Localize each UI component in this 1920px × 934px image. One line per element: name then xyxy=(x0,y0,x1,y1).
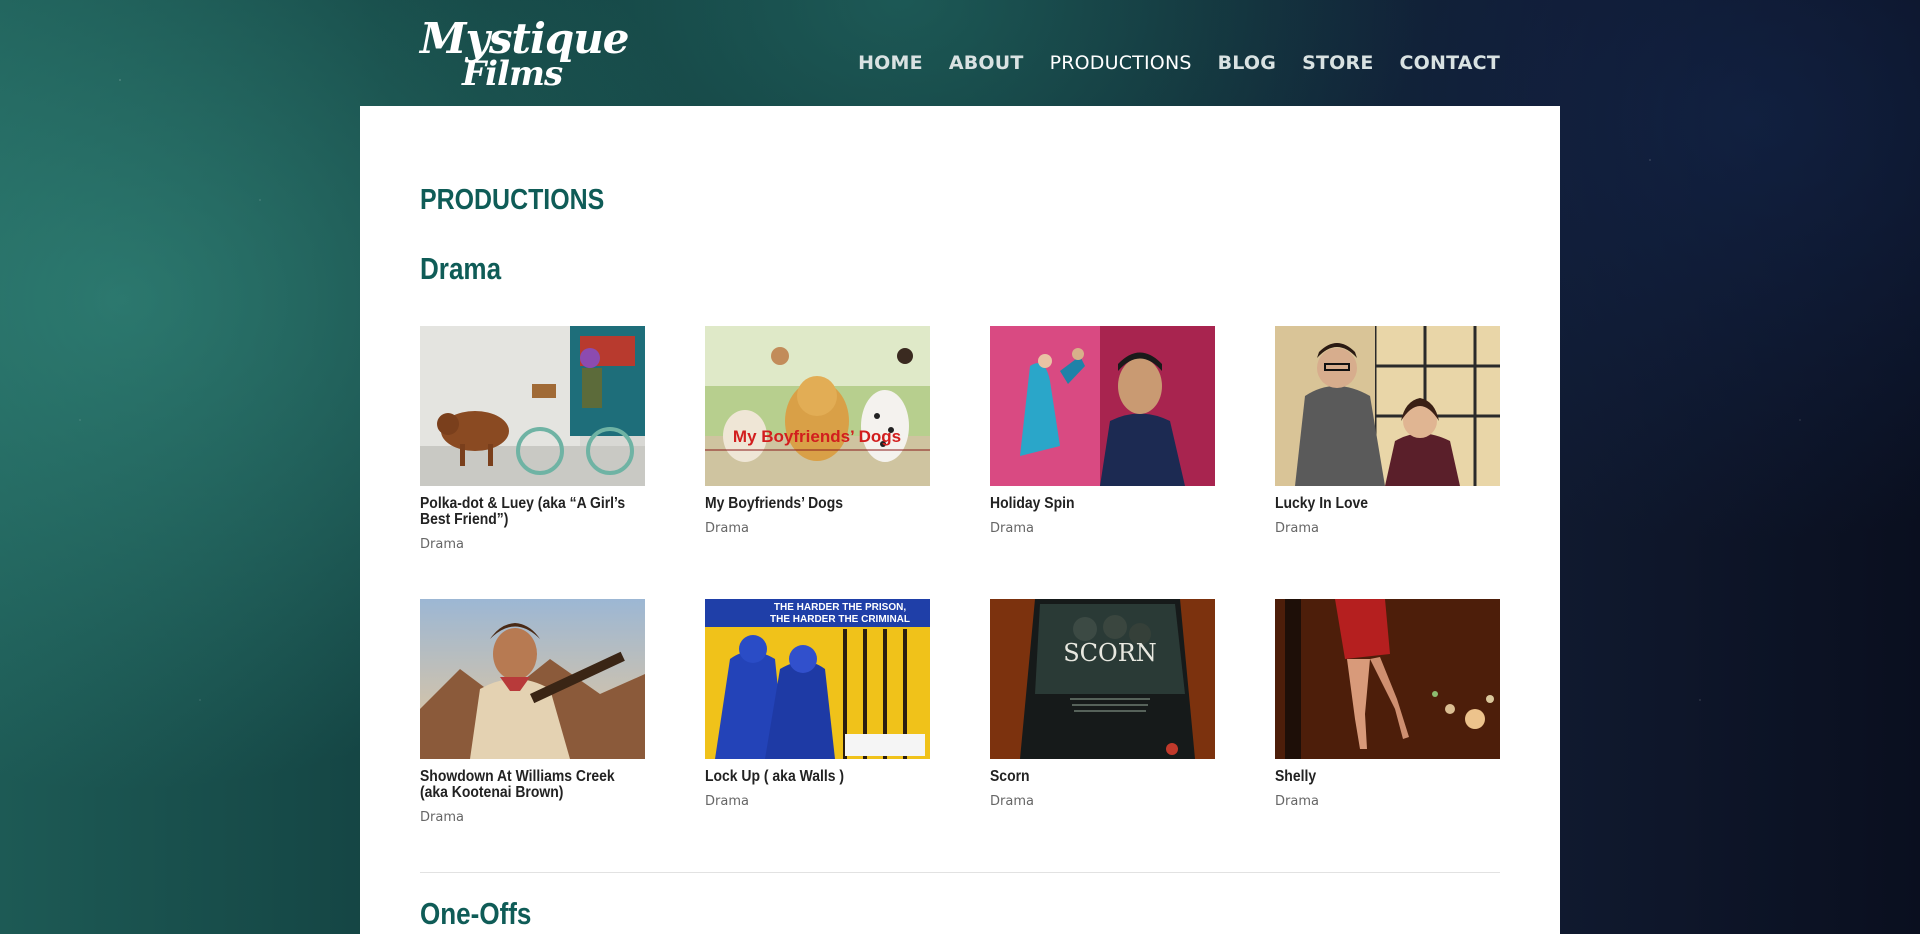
production-title[interactable]: Holiday Spin xyxy=(990,496,1215,512)
section-title-drama: Drama xyxy=(420,251,502,286)
thumbnail-lucky-in-love[interactable] xyxy=(1275,326,1500,486)
production-category: Drama xyxy=(990,794,1034,809)
thumbnail-shelly[interactable] xyxy=(1275,599,1500,759)
production-title[interactable]: Polka-dot & Luey (aka “A Girl’s Best Fri… xyxy=(420,496,645,528)
thumbnail-scorn[interactable]: SCORN xyxy=(990,599,1215,759)
production-item[interactable]: Showdown At Williams Creek (aka Kootenai… xyxy=(420,599,645,825)
logo-line2: Films xyxy=(462,54,563,94)
nav-store[interactable]: STORE xyxy=(1302,52,1373,74)
thumbnail-tagline-2: THE HARDER THE CRIMINAL xyxy=(770,614,910,625)
production-item[interactable]: SCORN Scorn Drama xyxy=(990,599,1215,825)
site-container: Mystique Films HOME ABOUT PRODUCTIONS BL… xyxy=(360,0,1560,934)
nav-blog[interactable]: BLOG xyxy=(1218,52,1276,74)
main-content: PRODUCTIONS Drama Polka-dot & Luey (aka … xyxy=(360,106,1560,934)
production-item[interactable]: Holiday Spin Drama xyxy=(990,326,1215,552)
production-item[interactable]: THE HARDER THE PRISON, THE HARDER THE CR… xyxy=(705,599,930,825)
site-header: Mystique Films HOME ABOUT PRODUCTIONS BL… xyxy=(360,0,1560,106)
page-title: PRODUCTIONS xyxy=(420,184,605,216)
section-title-one-offs: One-Offs xyxy=(420,896,532,931)
production-category: Drama xyxy=(705,794,749,809)
production-category: Drama xyxy=(990,521,1034,536)
production-category: Drama xyxy=(420,810,464,825)
production-title[interactable]: Scorn xyxy=(990,769,1215,785)
thumbnail-title-text: SCORN xyxy=(1063,639,1157,667)
nav-home[interactable]: HOME xyxy=(858,52,923,74)
section-divider xyxy=(420,872,1500,873)
production-category: Drama xyxy=(705,521,749,536)
nav-about[interactable]: ABOUT xyxy=(949,52,1024,74)
thumbnail-title-text: My Boyfriends’ Dogs xyxy=(733,427,901,446)
production-item[interactable]: Lucky In Love Drama xyxy=(1275,326,1500,552)
production-title[interactable]: Showdown At Williams Creek (aka Kootenai… xyxy=(420,769,645,801)
drama-grid-row-1: Polka-dot & Luey (aka “A Girl’s Best Fri… xyxy=(420,326,1500,552)
production-title[interactable]: Shelly xyxy=(1275,769,1500,785)
nav-productions[interactable]: PRODUCTIONS xyxy=(1050,52,1192,74)
production-category: Drama xyxy=(420,537,464,552)
production-title[interactable]: Lock Up ( aka Walls ) xyxy=(705,769,930,785)
main-nav: HOME ABOUT PRODUCTIONS BLOG STORE CONTAC… xyxy=(858,52,1500,74)
production-item[interactable]: Polka-dot & Luey (aka “A Girl’s Best Fri… xyxy=(420,326,645,552)
nav-contact[interactable]: CONTACT xyxy=(1400,52,1501,74)
drama-grid-row-2: Showdown At Williams Creek (aka Kootenai… xyxy=(420,599,1500,825)
thumbnail-tagline-1: THE HARDER THE PRISON, xyxy=(774,602,906,613)
thumbnail-holiday-spin[interactable] xyxy=(990,326,1215,486)
production-category: Drama xyxy=(1275,521,1319,536)
production-category: Drama xyxy=(1275,794,1319,809)
thumbnail-my-boyfriends-dogs[interactable]: My Boyfriends’ Dogs xyxy=(705,326,930,486)
production-title[interactable]: Lucky In Love xyxy=(1275,496,1500,512)
thumbnail-lock-up[interactable]: THE HARDER THE PRISON, THE HARDER THE CR… xyxy=(705,599,930,759)
thumbnail-polka-dot-luey[interactable] xyxy=(420,326,645,486)
production-item[interactable]: Shelly Drama xyxy=(1275,599,1500,825)
site-logo[interactable]: Mystique Films xyxy=(420,14,640,94)
production-item[interactable]: My Boyfriends’ Dogs My Boyfriends’ Dogs … xyxy=(705,326,930,552)
production-title[interactable]: My Boyfriends’ Dogs xyxy=(705,496,930,512)
thumbnail-showdown-williams-creek[interactable] xyxy=(420,599,645,759)
